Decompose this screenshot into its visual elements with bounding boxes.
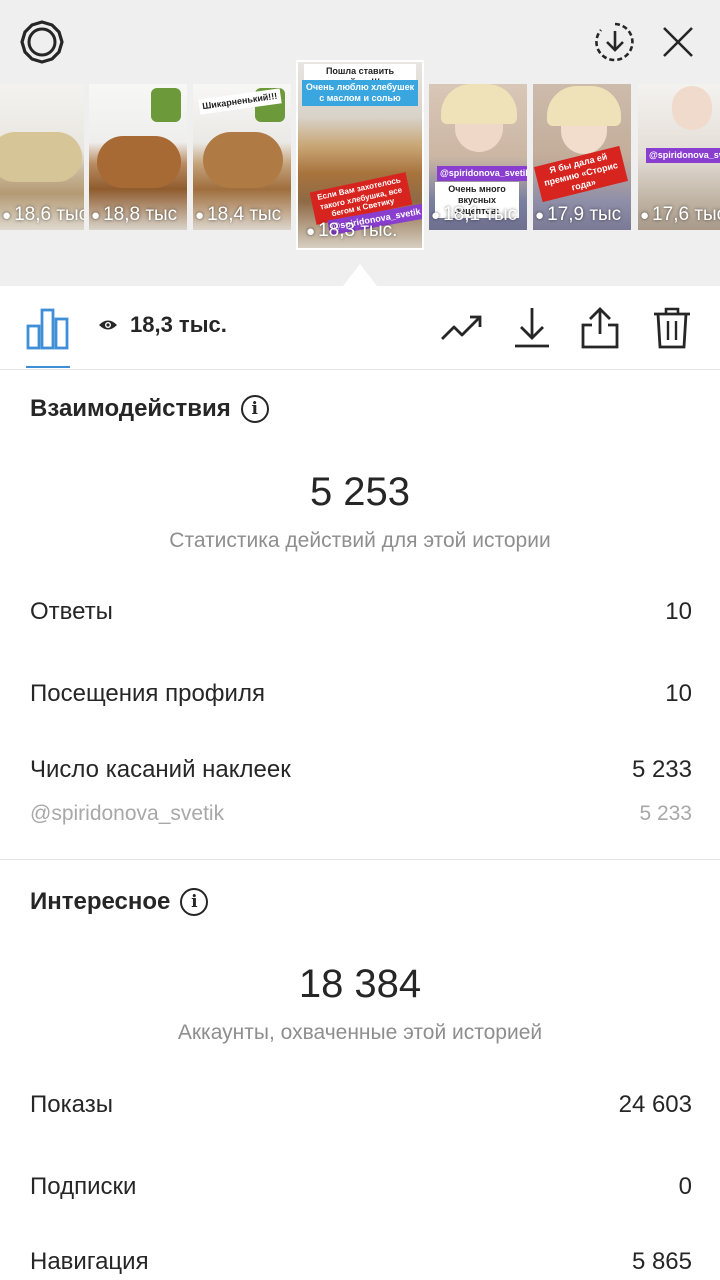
download-circle-icon	[595, 22, 634, 62]
info-icon[interactable]: i	[180, 888, 209, 916]
story-views: ● 18,1 тыс	[431, 204, 518, 225]
story-thumbnail[interactable]: @spiridonova_svetik Очень много вкусных …	[429, 84, 527, 230]
metric-label: Ответы	[30, 598, 113, 625]
metric-label: Подписки	[30, 1173, 137, 1200]
metric-value: 24 603	[618, 1091, 692, 1118]
eye-icon: ●	[640, 206, 650, 224]
eye-icon: ●	[2, 206, 12, 224]
metric-value: 5 233	[631, 756, 692, 783]
metric-value: 5 865	[631, 1248, 692, 1275]
active-tab-indicator	[26, 366, 70, 368]
story-views: ● 18,4 тыс	[195, 204, 282, 225]
close-icon	[663, 27, 693, 57]
metric-row: Подписки 0	[30, 1173, 692, 1201]
metric-value: 10	[665, 680, 692, 707]
discovery-subtitle: Аккаунты, охваченные этой историей	[177, 1021, 543, 1044]
eye-icon: ●	[535, 206, 545, 224]
views-count-label: 18,3 тыс.	[130, 312, 227, 337]
sticker-metric-row: @spiridonova_svetik 5 233	[30, 802, 692, 826]
gear-icon	[20, 20, 64, 64]
metric-row: Показы 24 603	[30, 1091, 692, 1119]
bar-chart-icon	[26, 308, 69, 350]
eye-icon: ●	[431, 206, 441, 224]
section-divider	[0, 859, 720, 860]
insights-tab[interactable]	[26, 306, 70, 368]
story-views: ● 18,3 тыс.	[306, 220, 398, 241]
share-icon	[581, 307, 619, 349]
story-thumbnail[interactable]: ● 18,6 тыс	[0, 84, 84, 230]
story-thumbnail[interactable]: ● 18,8 тыс	[89, 84, 187, 230]
interactions-subtitle: Статистика действий для этой истории	[169, 529, 551, 552]
download-icon	[515, 308, 549, 348]
discovery-header: Интересное i	[30, 888, 209, 916]
story-thumbnail[interactable]: @spiridonova_svetik ●17,6 тыс	[638, 84, 720, 230]
metric-value: 0	[678, 1173, 692, 1200]
selected-story-pointer	[343, 264, 377, 286]
close-button[interactable]	[654, 18, 702, 66]
metric-row: Навигация 5 865	[30, 1248, 692, 1276]
download-button[interactable]	[510, 306, 554, 350]
promote-button[interactable]	[440, 306, 484, 350]
settings-button[interactable]	[16, 18, 68, 66]
eye-icon: ●	[195, 206, 205, 224]
delete-button[interactable]	[650, 306, 694, 350]
eye-icon: ●	[306, 222, 316, 240]
story-views: ● 17,6 тыс	[640, 204, 720, 225]
sticker-handle: @spiridonova_svetik	[30, 802, 225, 825]
info-icon[interactable]: i	[240, 395, 269, 423]
eye-icon	[99, 320, 117, 330]
story-caption-mid: Очень люблю хлебушек с маслом и солью	[302, 80, 418, 106]
story-views: ● 18,8 тыс	[91, 204, 178, 225]
eye-icon: ●	[91, 206, 101, 224]
interactions-total: 5 253	[309, 470, 411, 514]
save-story-button[interactable]	[590, 18, 640, 66]
metric-label: Показы	[30, 1091, 113, 1118]
interactions-header: Взаимодействия i	[30, 395, 269, 423]
story-views: ● 17,9 тыс	[535, 204, 622, 225]
story-handle: @spiridonova_svetik	[646, 148, 720, 163]
metric-label: Посещения профиля	[30, 680, 265, 707]
sticker-value: 5 233	[639, 802, 692, 825]
share-button[interactable]	[578, 306, 622, 350]
metric-value: 10	[665, 598, 692, 625]
story-handle: @spiridonova_svetik	[437, 166, 527, 181]
metric-label: Число касаний наклеек	[30, 756, 291, 783]
story-thumbnail[interactable]: Шикарненький!!! ● 18,4 тыс	[193, 84, 291, 230]
viewers-button[interactable]: 18,3 тыс.	[98, 312, 227, 338]
metric-row: Ответы 10	[30, 598, 692, 626]
stats-toolbar: 18,3 тыс.	[0, 286, 720, 370]
metric-row: Посещения профиля 10	[30, 680, 692, 708]
section-title: Взаимодействия	[30, 395, 231, 422]
story-preview-area: ● 18,6 тыс ● 18,8 тыс Шикарненький!!! ● 18,…	[0, 0, 720, 286]
metric-row: Число касаний наклеек 5 233	[30, 756, 692, 784]
story-thumbnail-selected[interactable]: Пошла ставить чайник!!! Очень люблю хлеб…	[296, 60, 424, 250]
trash-icon	[654, 307, 690, 349]
trending-up-icon	[441, 315, 482, 340]
story-views: ● 18,6 тыс	[2, 204, 84, 225]
section-title: Интересное	[30, 888, 171, 915]
metric-label: Навигация	[30, 1248, 149, 1275]
discovery-total: 18 384	[298, 962, 422, 1006]
stories-strip: ● 18,6 тыс ● 18,8 тыс Шикарненький!!! ● 18,…	[0, 60, 720, 254]
story-thumbnail[interactable]: Я бы дала ей премию «Сторис года» ● 17,9 …	[533, 84, 631, 230]
